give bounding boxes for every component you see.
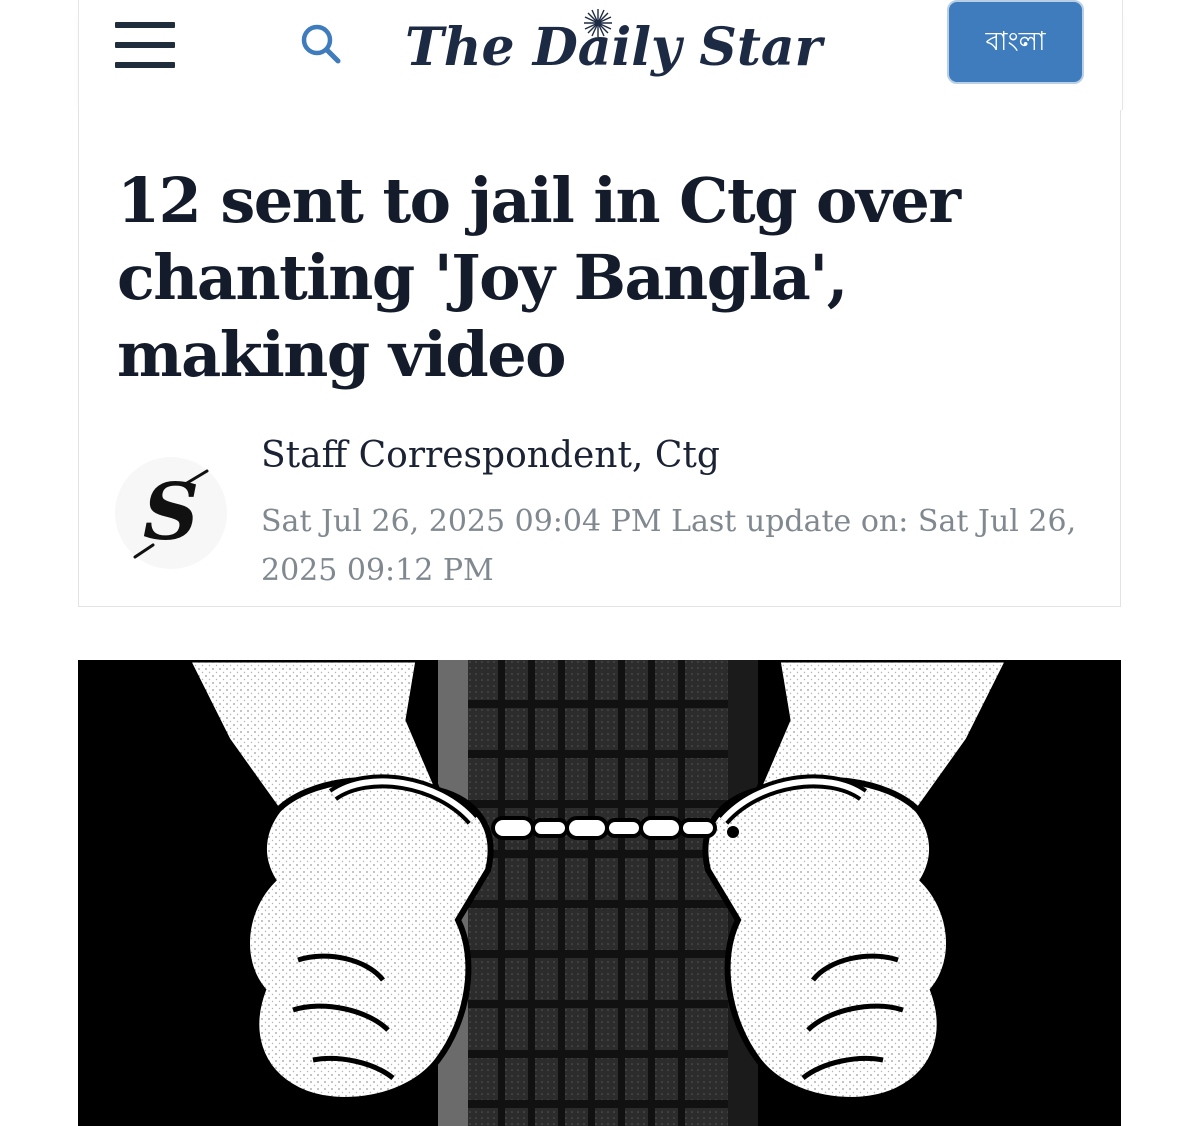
article-hero-image (78, 660, 1121, 1126)
site-header: The Daily Star বাংলা (78, 0, 1123, 110)
article-headline: 12 sent to jail in Ctg over chanting 'Jo… (117, 164, 961, 391)
site-logo[interactable]: The Daily Star (405, 6, 822, 90)
page: The Daily Star বাংলা 12 sent to jail in … (0, 0, 1200, 1126)
handcuffs-illustration (78, 660, 1121, 1126)
bangla-language-button[interactable]: বাংলা (947, 0, 1084, 84)
hamburger-menu-icon[interactable] (115, 22, 175, 68)
author-avatar: S (115, 457, 227, 569)
updated-label: Last update on: (671, 504, 909, 539)
article-header-card: 12 sent to jail in Ctg over chanting 'Jo… (78, 110, 1121, 607)
logo-star-icon (584, 9, 612, 37)
author-name[interactable]: Staff Correspondent, Ctg (261, 432, 720, 480)
published-date: Sat Jul 26, 2025 09:04 PM (261, 504, 662, 539)
logo-text: The Daily Star (405, 17, 822, 78)
star-s-logo-icon: S (133, 467, 209, 559)
article-dates: Sat Jul 26, 2025 09:04 PM Last update on… (261, 497, 1081, 595)
search-icon[interactable] (299, 22, 343, 66)
